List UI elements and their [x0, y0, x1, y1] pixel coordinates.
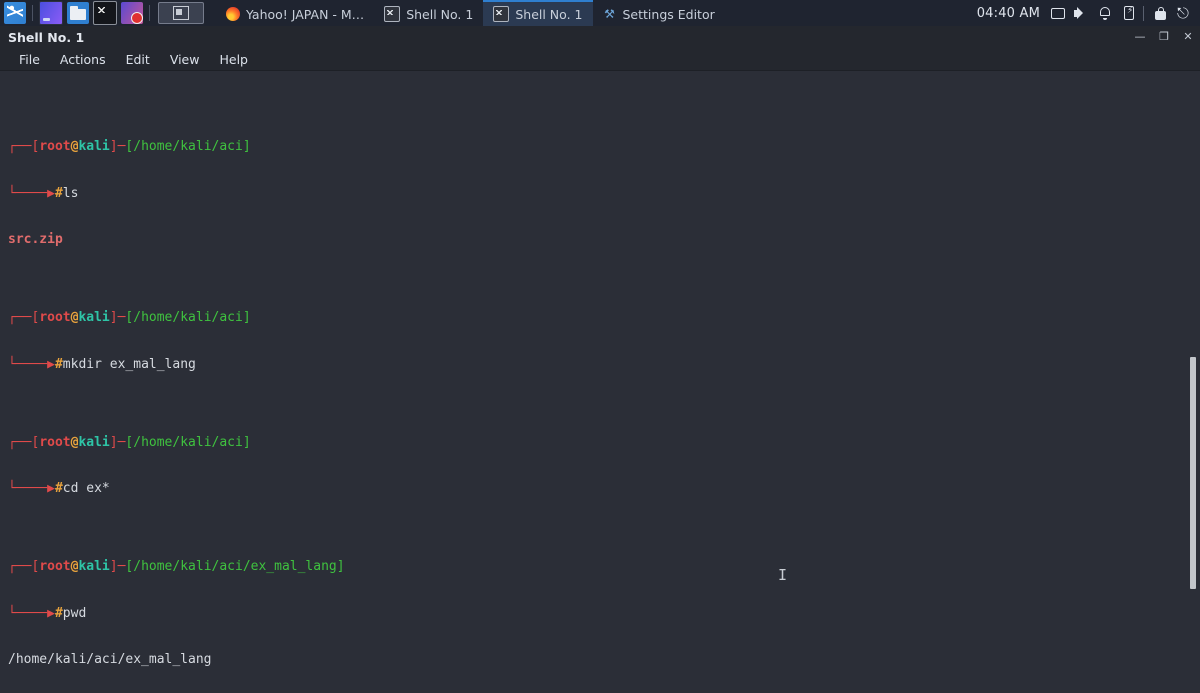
prompt-hash: # — [54, 185, 63, 201]
workspace-thumbnail-icon — [173, 6, 189, 20]
terminal-body: ┌──[root@kali]─[/home/kali/aci] └────▶#l… — [0, 71, 1200, 693]
command-text: mkdir ex_mal_lang — [62, 356, 196, 372]
scrollbar-thumb[interactable] — [1190, 357, 1196, 589]
screen-recorder-icon[interactable] — [121, 2, 143, 24]
prompt-arrow: ▶ — [47, 356, 55, 372]
panel-launchers — [0, 0, 154, 26]
prompt-path: [/home/kali/aci/ex_mal_lang] — [125, 558, 345, 574]
prompt-arrow: ▶ — [47, 185, 55, 201]
prompt-line: ┌──[root@kali]─[/home/kali/aci/ex_mal_la… — [8, 559, 1200, 575]
menu-actions[interactable]: Actions — [51, 50, 115, 69]
menu-bar: File Actions Edit View Help — [0, 48, 1200, 71]
tray-separator — [1143, 5, 1144, 21]
prompt-bracket-close: ] — [109, 139, 118, 155]
prompt-line: ┌──[root@kali]─[/home/kali/aci] — [8, 435, 1200, 451]
command-line: └────▶#ls — [8, 185, 79, 201]
window-button-label: Shell No. 1 — [515, 6, 583, 22]
prompt-arrow: ▶ — [47, 605, 55, 621]
prompt-user: root — [39, 434, 71, 450]
volume-icon[interactable] — [1074, 6, 1089, 21]
terminal-scrollbar[interactable] — [1187, 71, 1200, 693]
prompt-hash: # — [54, 481, 63, 497]
lock-icon[interactable] — [1153, 6, 1168, 21]
minimize-button[interactable]: — — [1134, 31, 1146, 43]
prompt-bracket-close: ] — [109, 434, 118, 450]
window-buttons: Yahoo! JAPAN - M… Shell No. 1 Shell No. … — [216, 0, 977, 26]
window-button-label: Settings Editor — [622, 6, 715, 22]
ls-result: src.zip — [8, 232, 63, 248]
prompt-host: kali — [78, 434, 110, 450]
prompt-hash: # — [54, 605, 63, 621]
window-button-shell-2-active[interactable]: Shell No. 1 — [483, 0, 593, 26]
launcher-separator-2 — [149, 5, 150, 21]
prompt-bottom-corner: └─ — [8, 185, 24, 201]
prompt-user: root — [39, 310, 71, 326]
terminal-output[interactable]: ┌──[root@kali]─[/home/kali/aci] └────▶#l… — [0, 71, 1200, 693]
workspace-switcher[interactable] — [158, 2, 204, 24]
terminal-icon — [493, 6, 510, 22]
prompt-bottom-corner: └─ — [8, 481, 24, 497]
window-controls: — ❐ ✕ — [1134, 31, 1194, 43]
output-line: src.zip — [8, 232, 1200, 248]
prompt-corner: ┌── — [8, 310, 32, 326]
prompt-bracket-close: ] — [109, 558, 118, 574]
command-text: cd ex* — [62, 481, 110, 497]
prompt-path: [/home/kali/aci] — [125, 310, 251, 326]
window-button-label: Shell No. 1 — [406, 6, 474, 22]
prompt-corner: ┌── — [8, 434, 32, 450]
prompt-bottom-corner: └─ — [8, 356, 24, 372]
window-button-settings-editor[interactable]: ⚒ Settings Editor — [593, 0, 725, 26]
menu-file[interactable]: File — [10, 50, 49, 69]
window-titlebar[interactable]: Shell No. 1 — ❐ ✕ — [0, 26, 1200, 48]
launcher-separator — [32, 5, 33, 21]
notification-bell-icon[interactable] — [1098, 6, 1113, 21]
prompt-path: [/home/kali/aci] — [125, 139, 251, 155]
prompt-corner: ┌── — [8, 139, 32, 155]
window-title: Shell No. 1 — [8, 29, 85, 45]
command-text: pwd — [62, 605, 87, 621]
window-button-firefox[interactable]: Yahoo! JAPAN - M… — [216, 0, 374, 26]
desktop-panel: Yahoo! JAPAN - M… Shell No. 1 Shell No. … — [0, 0, 1200, 26]
prompt-user: root — [39, 139, 71, 155]
prompt-host: kali — [78, 139, 110, 155]
display-icon[interactable] — [1051, 8, 1065, 19]
logout-icon[interactable]: ⎋ — [1177, 5, 1192, 21]
command-line: └────▶#pwd — [8, 605, 87, 621]
app-launcher-icon[interactable] — [39, 1, 63, 25]
terminal-launcher-icon[interactable] — [93, 1, 117, 25]
battery-icon[interactable] — [1124, 6, 1134, 20]
terminal-icon — [384, 6, 401, 22]
firefox-icon — [226, 7, 240, 21]
prompt-user: root — [39, 558, 71, 574]
prompt-host: kali — [78, 558, 110, 574]
file-manager-icon[interactable] — [67, 2, 89, 24]
prompt-arrow: ▶ — [47, 481, 55, 497]
clock[interactable]: 04:40 AM — [977, 6, 1040, 21]
terminal-window: Shell No. 1 — ❐ ✕ File Actions Edit View… — [0, 26, 1200, 693]
prompt-bracket-close: ] — [109, 310, 118, 326]
command-line: └────▶#cd ex* — [8, 481, 110, 497]
command-line: └────▶#mkdir ex_mal_lang — [8, 356, 196, 372]
prompt-line: ┌──[root@kali]─[/home/kali/aci] — [8, 310, 1200, 326]
prompt-line: ┌──[root@kali]─[/home/kali/aci] — [8, 139, 1200, 155]
menu-view[interactable]: View — [161, 50, 209, 69]
prompt-host: kali — [78, 310, 110, 326]
command-text: ls — [62, 185, 79, 201]
window-button-label: Yahoo! JAPAN - M… — [246, 6, 365, 22]
menu-edit[interactable]: Edit — [117, 50, 159, 69]
maximize-button[interactable]: ❐ — [1158, 31, 1170, 43]
prompt-corner: ┌── — [8, 558, 32, 574]
mouse-pointer-icon: I — [778, 566, 788, 584]
prompt-hash: # — [54, 356, 63, 372]
menu-help[interactable]: Help — [210, 50, 257, 69]
kali-menu-icon[interactable] — [4, 2, 26, 24]
settings-icon: ⚒ — [604, 7, 615, 21]
system-tray: 04:40 AM ⎋ — [977, 5, 1200, 21]
output-line: /home/kali/aci/ex_mal_lang — [8, 652, 1200, 668]
prompt-path: [/home/kali/aci] — [125, 434, 251, 450]
window-button-shell-1[interactable]: Shell No. 1 — [374, 0, 483, 26]
pwd-result: /home/kali/aci/ex_mal_lang — [8, 652, 212, 668]
prompt-bottom-corner: └─ — [8, 605, 24, 621]
close-button[interactable]: ✕ — [1182, 31, 1194, 43]
